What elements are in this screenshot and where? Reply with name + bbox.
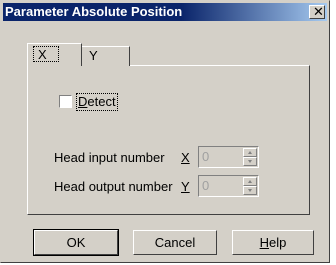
head-output-value[interactable]: 0 [202,178,209,194]
head-output-axis-label: Y [181,179,190,194]
title-bar[interactable]: Parameter Absolute Position ✕ [3,3,327,21]
head-input-axis-label: X [181,150,190,165]
detect-checkbox[interactable] [59,95,72,108]
detect-checkbox-label[interactable]: Detect [76,93,118,111]
cancel-button[interactable]: Cancel [133,230,217,255]
tab-x-label: X [38,47,47,62]
head-output-label: Head output number [54,179,173,194]
tab-x[interactable]: X [27,43,82,66]
head-input-spinner[interactable]: 0 [198,146,259,168]
window-title: Parameter Absolute Position [5,4,183,19]
close-icon: ✕ [313,4,324,19]
head-output-spinner[interactable]: 0 [198,175,259,197]
ok-button[interactable]: OK [33,229,119,256]
head-output-down-arrow-icon[interactable] [243,186,257,195]
close-button[interactable]: ✕ [309,4,325,19]
head-input-up-arrow-icon[interactable] [243,148,257,157]
tab-y-label: Y [89,48,98,63]
head-input-down-arrow-icon[interactable] [243,157,257,166]
head-input-value[interactable]: 0 [202,149,209,165]
help-button[interactable]: Help [232,230,314,255]
head-input-label: Head input number [54,150,165,165]
tab-y[interactable]: Y [80,46,130,66]
head-output-up-arrow-icon[interactable] [243,177,257,186]
